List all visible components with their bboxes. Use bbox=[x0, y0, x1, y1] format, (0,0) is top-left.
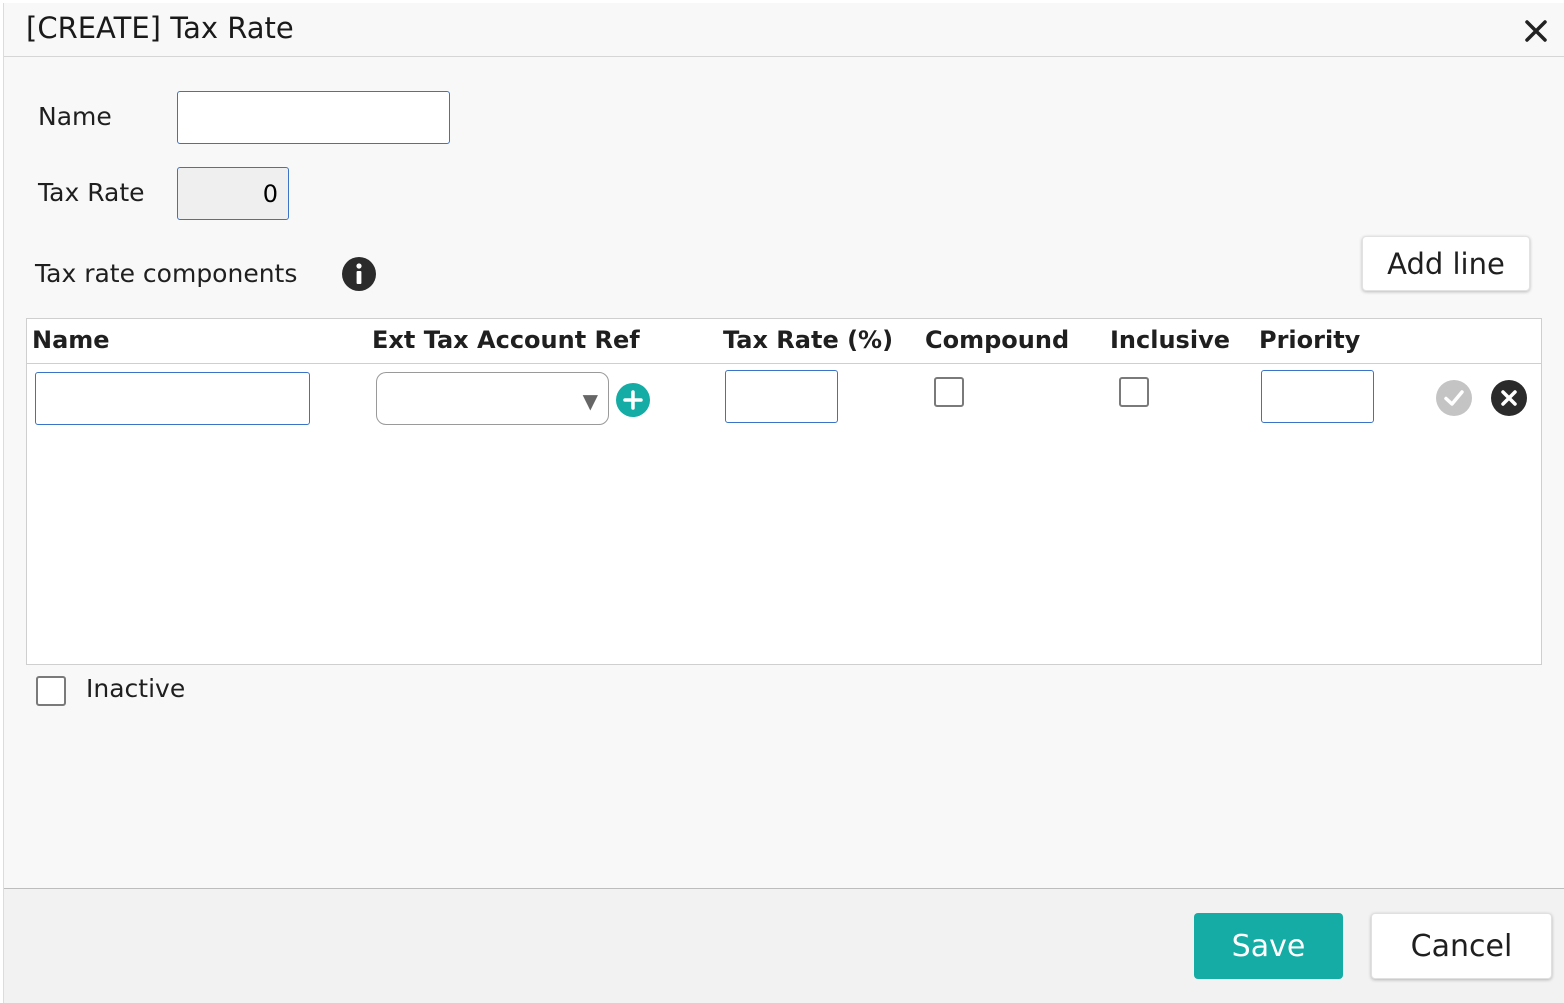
dialog-title-bar: [CREATE] Tax Rate bbox=[4, 3, 1564, 57]
save-button[interactable]: Save bbox=[1194, 913, 1343, 979]
dropdown-arrow-icon: ▼ bbox=[582, 389, 598, 413]
column-header-tax-rate: Tax Rate (%) bbox=[723, 326, 894, 354]
info-icon[interactable] bbox=[341, 256, 377, 292]
dialog-title: [CREATE] Tax Rate bbox=[26, 11, 294, 45]
inactive-label: Inactive bbox=[86, 674, 186, 703]
compound-checkbox[interactable] bbox=[934, 377, 964, 407]
column-header-inclusive: Inclusive bbox=[1110, 326, 1230, 354]
grid-header: Name Ext Tax Account Ref Tax Rate (%) Co… bbox=[27, 319, 1541, 364]
tax-rate-dialog: [CREATE] Tax Rate Name Tax Rate Tax rate… bbox=[3, 3, 1564, 1003]
cancel-button[interactable]: Cancel bbox=[1371, 913, 1552, 979]
tax-rate-input[interactable] bbox=[177, 167, 289, 220]
inclusive-checkbox[interactable] bbox=[1119, 377, 1149, 407]
close-icon bbox=[1525, 20, 1547, 42]
priority-input[interactable] bbox=[1261, 370, 1374, 423]
inactive-checkbox[interactable] bbox=[36, 676, 66, 706]
column-header-priority: Priority bbox=[1259, 326, 1361, 354]
confirm-row-icon[interactable] bbox=[1435, 379, 1473, 417]
column-header-name: Name bbox=[32, 326, 110, 354]
tax-rate-components-label: Tax rate components bbox=[35, 259, 298, 288]
component-name-input[interactable] bbox=[35, 372, 310, 425]
remove-row-icon[interactable] bbox=[1490, 379, 1528, 417]
tax-rate-label: Tax Rate bbox=[38, 178, 145, 207]
component-tax-rate-input[interactable] bbox=[725, 370, 838, 423]
column-header-ext-tax-account-ref: Ext Tax Account Ref bbox=[372, 326, 640, 354]
ext-tax-account-ref-select[interactable]: ▼ bbox=[376, 372, 609, 425]
name-input[interactable] bbox=[177, 91, 450, 144]
dialog-footer: Save Cancel bbox=[4, 888, 1564, 1003]
add-account-icon[interactable] bbox=[615, 382, 651, 418]
tax-rate-components-grid: Name Ext Tax Account Ref Tax Rate (%) Co… bbox=[26, 318, 1542, 665]
name-label: Name bbox=[38, 102, 112, 131]
close-button[interactable] bbox=[1522, 17, 1550, 45]
add-line-button[interactable]: Add line bbox=[1362, 236, 1530, 291]
column-header-compound: Compound bbox=[925, 326, 1070, 354]
